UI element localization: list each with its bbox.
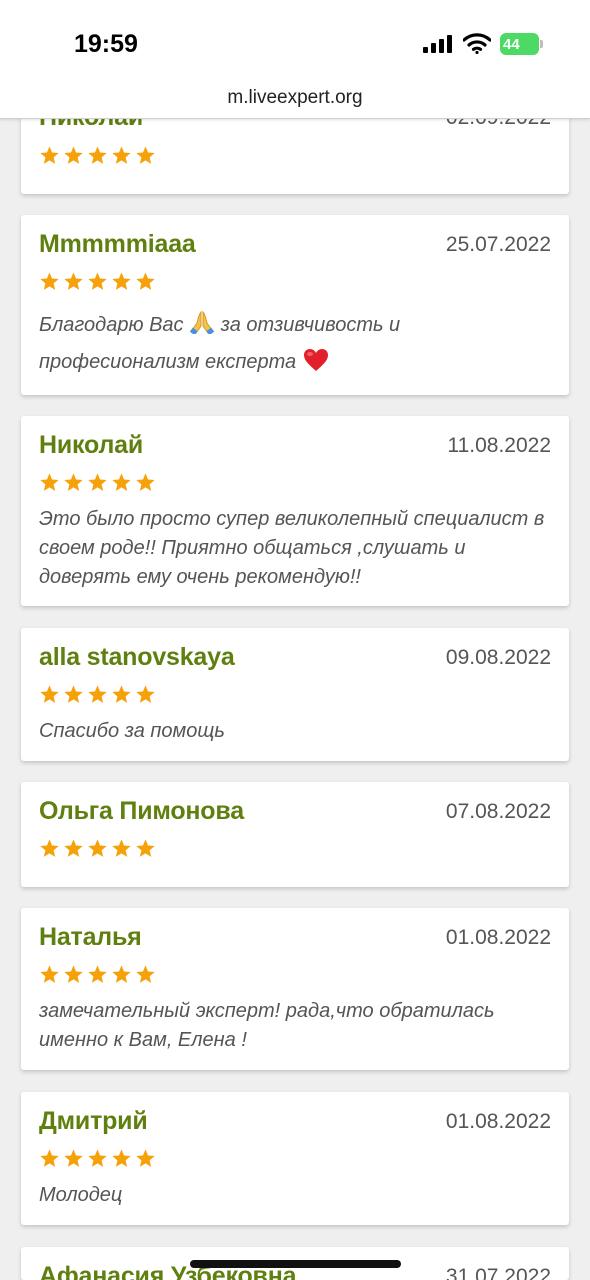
- star-icon: [64, 473, 83, 491]
- review-date: 25.07.2022: [445, 233, 551, 256]
- rating-stars: [39, 684, 156, 705]
- address-bar[interactable]: m.liveexpert.org: [0, 87, 590, 109]
- reviewer-name[interactable]: Наталья: [39, 923, 142, 952]
- review-text: Молодец: [39, 1184, 123, 1206]
- star-icon: [112, 965, 131, 983]
- star-icon: [112, 839, 131, 857]
- star-icon: [112, 1149, 131, 1167]
- star-icon: [64, 146, 83, 164]
- review-date: 01.08.2022: [445, 926, 551, 949]
- star-icon: [88, 965, 107, 983]
- review-text: Спасибо за помощь: [39, 720, 225, 742]
- review-date: 01.08.2022: [445, 1110, 551, 1133]
- star-icon: [40, 473, 59, 491]
- star-icon: [40, 839, 59, 857]
- rating-stars: [39, 145, 156, 166]
- star-icon: [40, 146, 59, 164]
- review-card: Ольга Пимонова 07.08.2022: [21, 782, 569, 887]
- rating-stars: [39, 1148, 156, 1169]
- star-icon: [40, 272, 59, 290]
- star-icon: [136, 272, 155, 290]
- star-icon: [64, 685, 83, 703]
- review-card: Николай 11.08.2022 Это было просто супер…: [21, 416, 569, 606]
- star-icon: [112, 146, 131, 164]
- star-icon: [136, 1149, 155, 1167]
- wifi-icon: [463, 33, 491, 54]
- star-icon: [64, 1149, 83, 1167]
- review-card: Mmmmmiaaa 25.07.2022 Благодарю Вас за от…: [21, 215, 569, 395]
- star-icon: [136, 965, 155, 983]
- star-icon: [40, 965, 59, 983]
- review-card: Наталья 01.08.2022 замечательный эксперт…: [21, 908, 569, 1070]
- review-text-part: професионализм експерта: [39, 351, 297, 373]
- review-text-part: Благодарю Вас: [39, 314, 184, 336]
- star-icon: [136, 685, 155, 703]
- review-date: 31.07.2022: [445, 1265, 551, 1280]
- star-icon: [88, 685, 107, 703]
- star-icon: [40, 1149, 59, 1167]
- review-card: alla stanovskaya 09.08.2022 Спасибо за п…: [21, 628, 569, 761]
- star-icon: [112, 473, 131, 491]
- reviewer-name[interactable]: Mmmmmiaaa: [39, 230, 196, 259]
- battery-level: 44: [503, 35, 520, 53]
- reviewer-name[interactable]: Ольга Пимонова: [39, 797, 244, 826]
- browser-header: 19:59 44 m.liveexpert.org: [0, 0, 590, 119]
- home-indicator[interactable]: [190, 1260, 401, 1268]
- battery-icon: 44: [500, 33, 539, 55]
- folded-hands-icon: [189, 310, 215, 334]
- review-date: 11.08.2022: [447, 434, 551, 457]
- rating-stars: [39, 271, 156, 292]
- star-icon: [136, 473, 155, 491]
- rating-stars: [39, 472, 156, 493]
- battery-tip: [540, 40, 543, 48]
- review-text: Благодарю Вас за отзивчивость и професио…: [39, 307, 547, 381]
- star-icon: [136, 839, 155, 857]
- star-icon: [88, 839, 107, 857]
- star-icon: [64, 965, 83, 983]
- star-icon: [112, 685, 131, 703]
- review-date: 09.08.2022: [445, 646, 551, 669]
- star-icon: [88, 473, 107, 491]
- star-icon: [64, 272, 83, 290]
- star-icon: [112, 272, 131, 290]
- review-card: Дмитрий 01.08.2022 Молодец: [21, 1092, 569, 1225]
- star-icon: [40, 685, 59, 703]
- red-heart-icon: [303, 349, 328, 371]
- star-icon: [88, 1149, 107, 1167]
- review-date: 07.08.2022: [445, 800, 551, 823]
- star-icon: [64, 839, 83, 857]
- reviewer-name[interactable]: Николай: [39, 431, 143, 460]
- star-icon: [88, 272, 107, 290]
- review-text: замечательный эксперт! рада,что обратила…: [39, 1000, 495, 1051]
- status-time: 19:59: [74, 30, 138, 58]
- reviewer-name[interactable]: alla stanovskaya: [39, 643, 235, 672]
- cellular-signal-icon: [423, 35, 452, 53]
- rating-stars: [39, 838, 156, 859]
- star-icon: [136, 146, 155, 164]
- review-text-part: за отзивчивость и: [220, 314, 401, 336]
- rating-stars: [39, 964, 156, 985]
- star-icon: [88, 146, 107, 164]
- review-text: Это было просто супер великолепный специ…: [39, 508, 545, 588]
- reviewer-name[interactable]: Дмитрий: [39, 1107, 148, 1136]
